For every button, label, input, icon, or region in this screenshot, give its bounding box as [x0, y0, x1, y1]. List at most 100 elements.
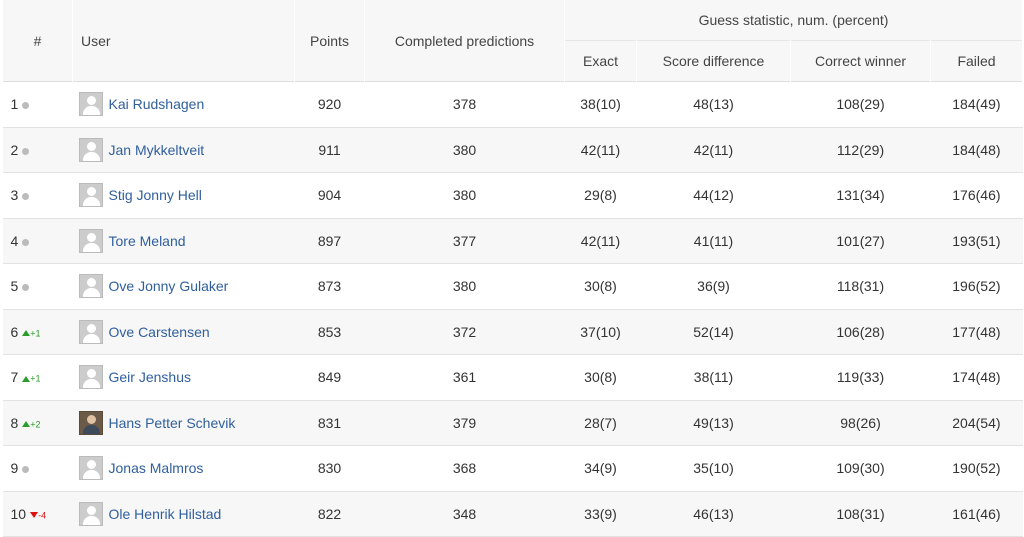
rank-cell: 2	[2, 127, 73, 173]
user-link[interactable]: Stig Jonny Hell	[109, 187, 202, 203]
header-rank[interactable]: #	[2, 0, 73, 82]
points-cell: 830	[294, 445, 365, 492]
user-link[interactable]: Ove Jonny Gulaker	[109, 278, 229, 294]
avatar	[78, 92, 103, 117]
completed-cell: 361	[364, 354, 565, 401]
correct-winner-cell: 118(31)	[790, 263, 931, 310]
avatar	[78, 501, 103, 526]
user-cell: Ove Carstensen	[72, 309, 295, 355]
correct-winner-cell: 98(26)	[790, 400, 931, 446]
header-guess-statistic: Guess statistic, num. (percent)	[563, 0, 1024, 41]
user-cell: Ole Henrik Hilstad	[72, 491, 295, 537]
points-cell: 853	[294, 309, 365, 355]
score-difference-cell: 49(13)	[636, 400, 791, 446]
rank-cell: 10 -4	[2, 491, 73, 537]
header-user[interactable]: User	[72, 0, 295, 82]
header-failed[interactable]: Failed	[929, 40, 1024, 82]
avatar	[78, 274, 103, 299]
exact-cell: 42(11)	[564, 127, 637, 173]
table-row: 6 +1 Ove Carstensen 853 372 37(10) 52(14) 106(2…	[2, 309, 1023, 355]
header-correct-winner[interactable]: Correct winner	[790, 40, 931, 82]
exact-cell: 37(10)	[564, 309, 637, 355]
score-difference-cell: 48(13)	[636, 81, 791, 128]
exact-cell: 34(9)	[564, 445, 637, 492]
avatar	[78, 183, 103, 208]
trend-unchanged-icon	[22, 102, 30, 110]
correct-winner-cell: 112(29)	[790, 127, 931, 173]
rank-cell: 6 +1	[2, 309, 73, 355]
header-completed-predictions[interactable]: Completed predictions	[364, 0, 565, 82]
correct-winner-cell: 108(29)	[790, 81, 931, 128]
table-row: 5 Ove Jonny Gulaker 873 380 30(8) 36(9) 118(31…	[2, 263, 1023, 310]
user-cell: Kai Rudshagen	[72, 81, 295, 128]
rank-number: 6	[10, 323, 19, 340]
user-link[interactable]: Jan Mykkeltveit	[109, 142, 205, 158]
points-cell: 897	[294, 218, 365, 264]
avatar	[78, 365, 103, 390]
trend-unchanged-icon	[22, 466, 30, 474]
user-link[interactable]: Jonas Malmros	[109, 460, 204, 476]
score-difference-cell: 46(13)	[636, 491, 791, 537]
table-row: 1 Kai Rudshagen 920 378 38(10) 48(13) 108(29) 1…	[2, 81, 1023, 128]
score-difference-cell: 41(11)	[636, 218, 791, 264]
score-difference-cell: 52(14)	[636, 309, 791, 355]
header-exact[interactable]: Exact	[564, 40, 637, 82]
user-link[interactable]: Geir Jenshus	[109, 369, 191, 385]
rank-change: +1	[30, 373, 41, 384]
failed-cell: 174(48)	[930, 354, 1023, 401]
points-cell: 831	[294, 400, 365, 446]
avatar	[78, 319, 103, 344]
rank-cell: 8 +2	[2, 400, 73, 446]
rank-cell: 1	[2, 81, 73, 128]
failed-cell: 190(52)	[930, 445, 1023, 492]
user-cell: Hans Petter Schevik	[72, 400, 295, 446]
trend-unchanged-icon	[22, 147, 30, 155]
rank-number: 3	[10, 187, 19, 204]
completed-cell: 380	[364, 172, 565, 219]
rank-number: 4	[10, 232, 19, 249]
rank-number: 2	[10, 141, 19, 158]
rank-number: 1	[10, 96, 19, 113]
points-cell: 904	[294, 172, 365, 219]
user-link[interactable]: Kai Rudshagen	[109, 96, 205, 112]
user-cell: Geir Jenshus	[72, 354, 295, 401]
table-row: 4 Tore Meland 897 377 42(11) 41(11) 101(27) 193…	[2, 218, 1023, 264]
score-difference-cell: 38(11)	[636, 354, 791, 401]
score-difference-cell: 44(12)	[636, 172, 791, 219]
avatar	[78, 456, 103, 481]
header-score-difference[interactable]: Score difference	[636, 40, 791, 82]
failed-cell: 184(49)	[930, 81, 1023, 128]
completed-cell: 368	[364, 445, 565, 492]
correct-winner-cell: 101(27)	[790, 218, 931, 264]
trend-unchanged-icon	[22, 284, 30, 292]
rank-cell: 3	[2, 172, 73, 219]
failed-cell: 204(54)	[930, 400, 1023, 446]
avatar	[78, 228, 103, 253]
rank-cell: 7 +1	[2, 354, 73, 401]
user-link[interactable]: Ove Carstensen	[109, 324, 210, 340]
exact-cell: 33(9)	[564, 491, 637, 537]
failed-cell: 161(46)	[930, 491, 1023, 537]
user-cell: Stig Jonny Hell	[72, 172, 295, 219]
rank-change: +1	[30, 328, 41, 339]
points-cell: 849	[294, 354, 365, 401]
exact-cell: 29(8)	[564, 172, 637, 219]
trend-unchanged-icon	[22, 238, 30, 246]
user-link[interactable]: Tore Meland	[109, 233, 186, 249]
completed-cell: 377	[364, 218, 565, 264]
completed-cell: 379	[364, 400, 565, 446]
correct-winner-cell: 108(31)	[790, 491, 931, 537]
score-difference-cell: 36(9)	[636, 263, 791, 310]
completed-cell: 380	[364, 263, 565, 310]
points-cell: 920	[294, 81, 365, 128]
points-cell: 911	[294, 127, 365, 173]
header-points[interactable]: Points	[294, 0, 365, 82]
user-link[interactable]: Ole Henrik Hilstad	[109, 506, 222, 522]
correct-winner-cell: 119(33)	[790, 354, 931, 401]
user-link[interactable]: Hans Petter Schevik	[109, 415, 236, 431]
rank-cell: 9	[2, 445, 73, 492]
correct-winner-cell: 106(28)	[790, 309, 931, 355]
trend-unchanged-icon	[22, 193, 30, 201]
rank-number: 8	[10, 414, 19, 431]
rank-change: -4	[38, 510, 47, 521]
